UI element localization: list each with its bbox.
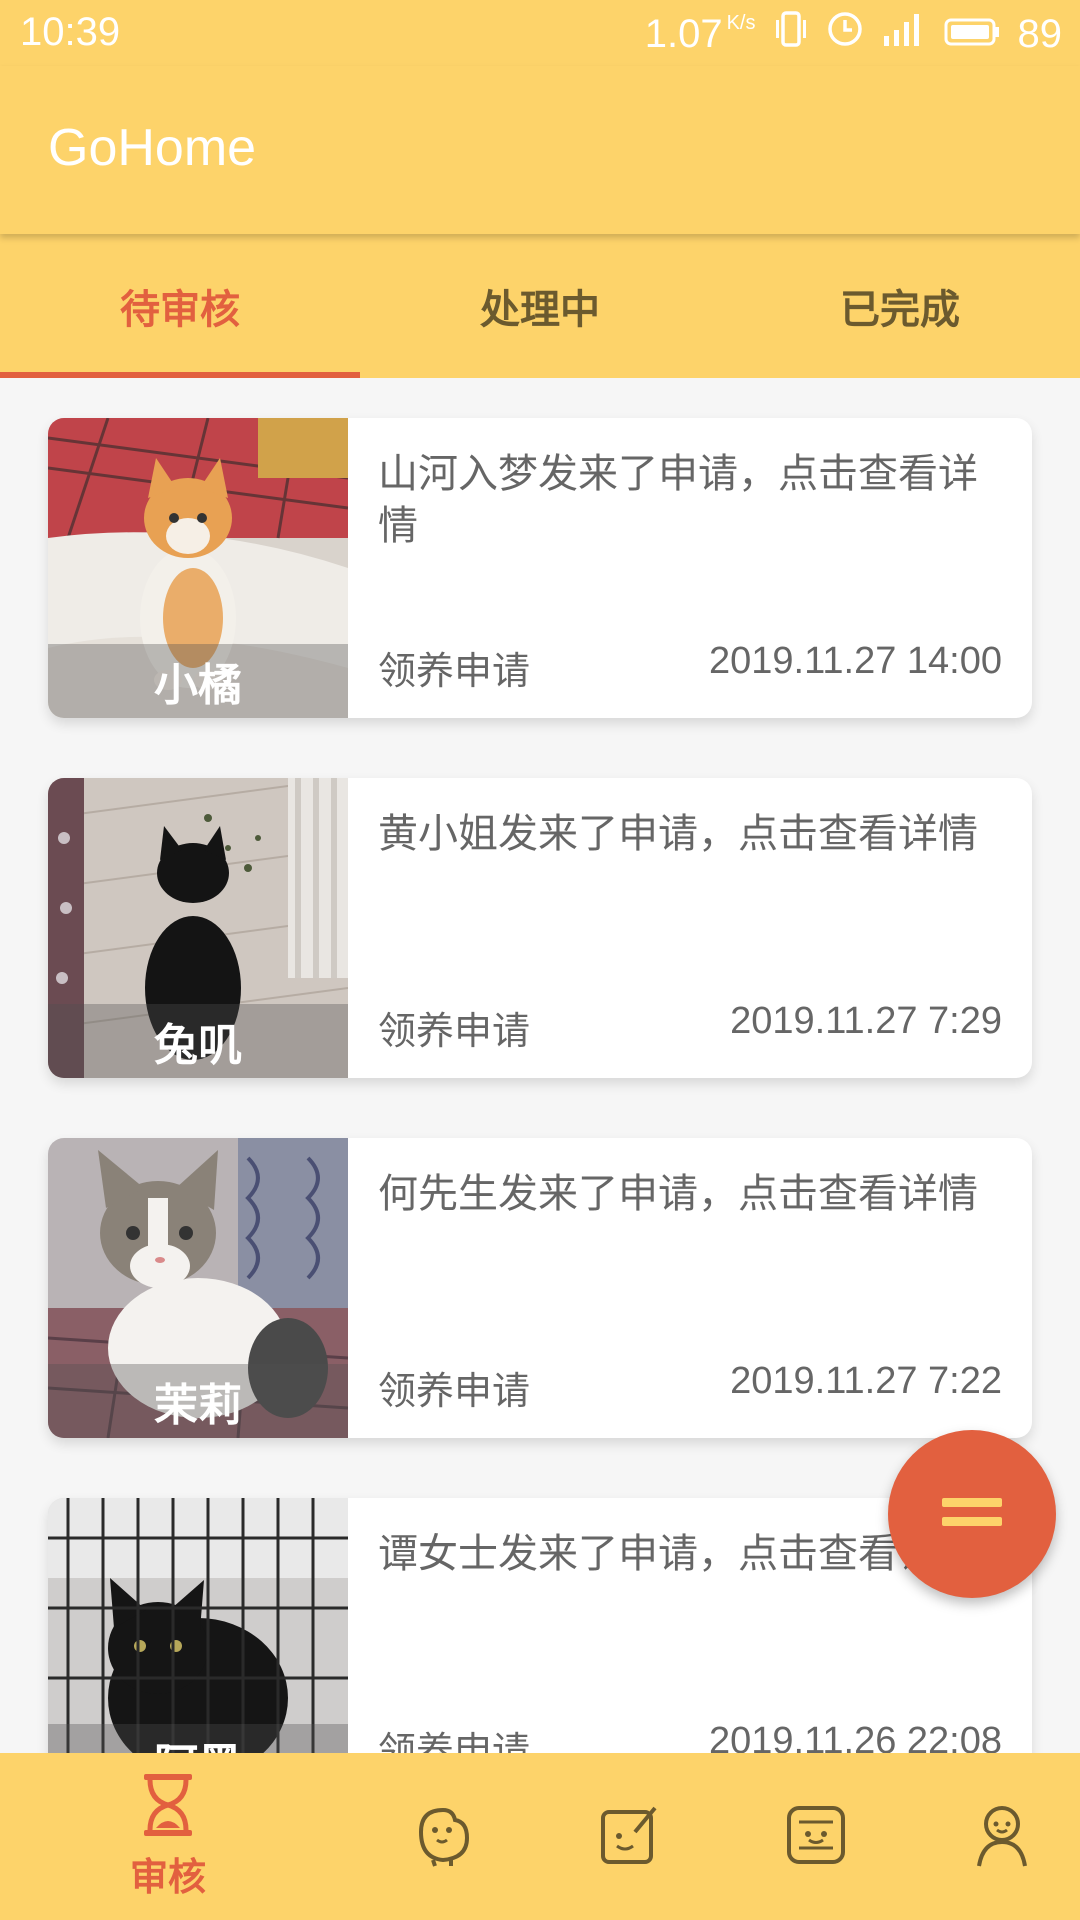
app-title: GoHome: [48, 119, 257, 177]
battery-level: 89: [1017, 11, 1063, 56]
application-time: 2019.11.27 14:00: [708, 640, 1002, 682]
tab-processing[interactable]: 处理中: [360, 234, 720, 378]
nav-profile[interactable]: [894, 1753, 1080, 1920]
application-time: 2019.11.27 7:29: [730, 1000, 1002, 1042]
signal-4g-icon: [882, 10, 926, 58]
network-speed-unit: K/s: [726, 11, 756, 34]
network-speed-value: 1.07: [644, 11, 723, 56]
app-bar: GoHome: [0, 66, 1080, 234]
pet-photo: 兔叽: [48, 778, 348, 1078]
application-type: 领养申请: [378, 1369, 531, 1413]
nav-messages[interactable]: [708, 1753, 924, 1920]
pet-name-label: 茉莉: [48, 1364, 348, 1438]
tab-bar: 待审核 处理中 已完成: [0, 234, 1080, 378]
application-card[interactable]: 兔叽 黄小姐发来了申请，点击查看详情 领养申请 2019.11.27 7:29: [48, 778, 1032, 1078]
menu-fab-button[interactable]: [888, 1430, 1056, 1598]
alarm-icon: [826, 10, 864, 58]
application-time: 2019.11.27 7:22: [730, 1360, 1002, 1402]
status-bar: 10:39 1.07 K/s 89: [0, 0, 1080, 66]
equals-menu-icon: [940, 1492, 1004, 1536]
tab-label: 处理中: [480, 287, 600, 333]
tab-label: 待审核: [120, 287, 240, 333]
edit-icon: [597, 1802, 663, 1872]
pet-name-label: 小橘: [48, 644, 348, 718]
status-time: 10:39: [20, 10, 121, 54]
application-type: 领养申请: [378, 1009, 531, 1053]
battery-icon: [944, 12, 1000, 57]
application-card[interactable]: 小橘 山河入梦发来了申请，点击查看详情 领养申请 2019.11.27 14:0…: [48, 418, 1032, 718]
application-card[interactable]: 阿黑 谭女士发来了申请，点击查看详情 领养申请 2019.11.26 22:08: [48, 1498, 1032, 1753]
application-card[interactable]: 茉莉 何先生发来了申请，点击查看详情 领养申请 2019.11.27 7:22: [48, 1138, 1032, 1438]
bottom-navigation: 审核: [0, 1753, 1080, 1920]
pet-photo: 小橘: [48, 418, 348, 718]
nav-pets[interactable]: [336, 1753, 552, 1920]
network-speed: 1.07 K/s: [645, 12, 756, 57]
application-type: 领养申请: [378, 649, 531, 693]
application-message: 何先生发来了申请，点击查看详情: [378, 1171, 978, 1217]
profile-icon: [969, 1802, 1035, 1872]
pet-photo: 阿黑: [48, 1498, 348, 1753]
application-message: 山河入梦发来了申请，点击查看详情: [378, 451, 978, 549]
nav-edit[interactable]: [522, 1753, 738, 1920]
application-type: 领养申请: [378, 1729, 531, 1753]
vibrate-icon: [774, 10, 808, 58]
pet-name-label: 阿黑: [48, 1724, 348, 1753]
pet-name-label: 兔叽: [48, 1004, 348, 1078]
nav-review-label: 审核: [129, 1855, 206, 1899]
tab-label: 已完成: [840, 287, 960, 333]
application-message: 黄小姐发来了申请，点击查看详情: [378, 811, 978, 857]
nav-review[interactable]: 审核: [60, 1753, 276, 1920]
hourglass-icon: [138, 1772, 198, 1842]
tab-completed[interactable]: 已完成: [720, 234, 1080, 378]
tab-pending-review[interactable]: 待审核: [0, 234, 360, 378]
application-time: 2019.11.26 22:08: [708, 1720, 1002, 1753]
pet-icon: [411, 1802, 477, 1872]
pet-photo: 茉莉: [48, 1138, 348, 1438]
chat-face-icon: [783, 1802, 849, 1872]
